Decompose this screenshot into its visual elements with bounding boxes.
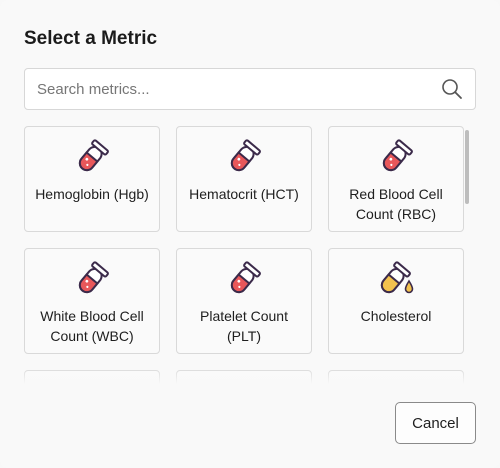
scrollbar[interactable] <box>462 126 472 384</box>
metrics-grid-viewport: Hemoglobin (Hgb) Hematocrit (HCT) Red Bl… <box>24 126 472 384</box>
metric-label: Cholesterol <box>360 308 432 324</box>
metric-label: Red Blood Cell Count (RBC) <box>349 186 443 222</box>
scrollbar-thumb[interactable] <box>465 130 469 204</box>
metric-label: Platelet Count (PLT) <box>200 308 288 344</box>
metric-tile[interactable]: Red Blood Cell Count (RBC) <box>328 126 464 232</box>
search-icon[interactable] <box>441 78 463 100</box>
select-metric-dialog: Select a Metric Hemoglobin (Hgb) Hematoc… <box>0 0 500 468</box>
test-tube-red-icon <box>382 139 413 172</box>
metric-label: White Blood Cell Count (WBC) <box>40 308 144 344</box>
search-input[interactable] <box>37 69 427 109</box>
test-tube-red-icon <box>78 261 109 294</box>
search-box[interactable] <box>24 68 476 110</box>
metric-tile[interactable]: Hematocrit (HCT) <box>176 126 312 232</box>
metric-tile[interactable]: Platelet Count (PLT) <box>176 248 312 354</box>
scroll-fade <box>0 368 500 384</box>
metric-tile[interactable]: Cholesterol <box>328 248 464 354</box>
test-tube-red-icon <box>230 261 261 294</box>
cancel-button[interactable]: Cancel <box>395 402 476 444</box>
test-tube-red-icon <box>78 139 109 172</box>
metric-tile[interactable]: Hemoglobin (Hgb) <box>24 126 160 232</box>
metric-label: Hemoglobin (Hgb) <box>35 186 149 202</box>
dialog-title: Select a Metric <box>24 28 158 49</box>
metric-label: Hematocrit (HCT) <box>189 186 299 202</box>
test-tube-red-icon <box>230 139 261 172</box>
metric-tile[interactable]: White Blood Cell Count (WBC) <box>24 248 160 354</box>
test-tube-yellow-drop-icon <box>380 261 414 294</box>
